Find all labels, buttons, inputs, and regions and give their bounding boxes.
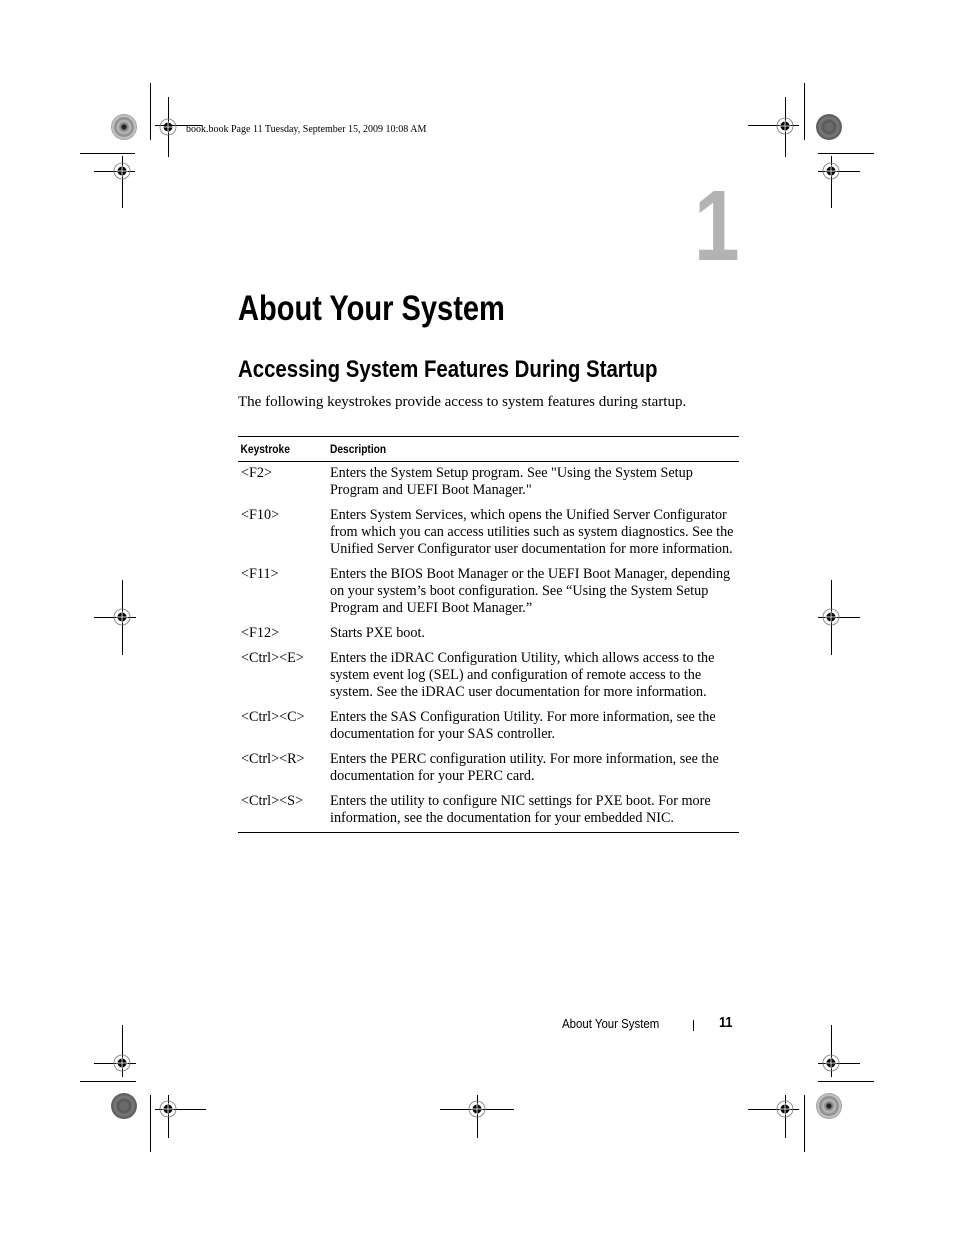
registration-mark-icon bbox=[159, 118, 177, 136]
table-row: <Ctrl><C> Enters the SAS Configuration U… bbox=[238, 709, 739, 743]
crop-mark bbox=[80, 153, 135, 154]
section-heading: Accessing System Features During Startup bbox=[238, 356, 658, 383]
crop-mark bbox=[804, 83, 805, 140]
keystroke-cell: <F11> bbox=[241, 566, 279, 582]
table-row: <F11> Enters the BIOS Boot Manager or th… bbox=[238, 566, 739, 617]
table-row: <F12> Starts PXE boot. bbox=[238, 625, 739, 642]
footer-divider bbox=[693, 1020, 694, 1031]
color-bar-rosette-icon bbox=[111, 1093, 137, 1119]
table-body: <F2> Enters the System Setup program. Se… bbox=[238, 462, 739, 832]
keystroke-cell: <F10> bbox=[241, 507, 280, 523]
crop-mark bbox=[818, 1081, 874, 1082]
crop-mark bbox=[80, 1081, 136, 1082]
crop-mark bbox=[818, 153, 874, 154]
registration-mark-icon bbox=[113, 162, 131, 180]
table-row: <F2> Enters the System Setup program. Se… bbox=[238, 465, 739, 499]
keystroke-table: Keystroke Description <F2> Enters the Sy… bbox=[238, 436, 739, 833]
description-cell: Enters the System Setup program. See "Us… bbox=[330, 465, 693, 498]
description-cell: Enters the PERC configuration utility. F… bbox=[330, 751, 719, 784]
description-cell: Enters the iDRAC Configuration Utility, … bbox=[330, 650, 715, 700]
keystroke-cell: <F12> bbox=[241, 625, 280, 641]
registration-mark-icon bbox=[822, 608, 840, 626]
chapter-number: 1 bbox=[694, 170, 740, 282]
description-cell: Enters the SAS Configuration Utility. Fo… bbox=[330, 709, 716, 742]
color-bar-rosette-icon bbox=[816, 1093, 842, 1119]
description-cell: Enters the utility to configure NIC sett… bbox=[330, 793, 711, 826]
registration-mark-icon bbox=[468, 1100, 486, 1118]
footer-section-title: About Your System bbox=[562, 1016, 660, 1031]
intro-paragraph: The following keystrokes provide access … bbox=[238, 394, 687, 410]
description-cell: Enters System Services, which opens the … bbox=[330, 507, 734, 557]
page-number: 11 bbox=[719, 1014, 733, 1031]
header-keystroke: Keystroke bbox=[240, 442, 290, 456]
chapter-title: About Your System bbox=[238, 289, 505, 328]
registration-mark-icon bbox=[159, 1100, 177, 1118]
crop-mark bbox=[150, 1095, 151, 1152]
table-row: <Ctrl><R> Enters the PERC configuration … bbox=[238, 751, 739, 785]
registration-mark-icon bbox=[776, 117, 794, 135]
crop-mark bbox=[150, 83, 151, 140]
registration-mark-icon bbox=[776, 1100, 794, 1118]
header-description: Description bbox=[330, 442, 387, 456]
table-row: <Ctrl><S> Enters the utility to configur… bbox=[238, 793, 739, 827]
registration-mark-icon bbox=[113, 1054, 131, 1072]
table-header: Keystroke Description bbox=[238, 437, 739, 462]
registration-mark-icon bbox=[822, 1054, 840, 1072]
registration-mark-icon bbox=[113, 608, 131, 626]
keystroke-cell: <Ctrl><C> bbox=[241, 709, 305, 725]
color-bar-rosette-icon bbox=[816, 114, 842, 140]
table-row: <F10> Enters System Services, which open… bbox=[238, 507, 739, 558]
keystroke-cell: <Ctrl><R> bbox=[241, 751, 305, 767]
keystroke-cell: <Ctrl><S> bbox=[241, 793, 303, 809]
print-slug: book.book Page 11 Tuesday, September 15,… bbox=[186, 124, 427, 135]
color-bar-rosette-icon bbox=[111, 114, 137, 140]
keystroke-cell: <Ctrl><E> bbox=[241, 650, 304, 666]
registration-mark-icon bbox=[822, 162, 840, 180]
keystroke-cell: <F2> bbox=[241, 465, 272, 481]
description-cell: Enters the BIOS Boot Manager or the UEFI… bbox=[330, 566, 731, 616]
table-row: <Ctrl><E> Enters the iDRAC Configuration… bbox=[238, 650, 739, 701]
description-cell: Starts PXE boot. bbox=[330, 625, 425, 641]
crop-mark bbox=[804, 1095, 805, 1152]
